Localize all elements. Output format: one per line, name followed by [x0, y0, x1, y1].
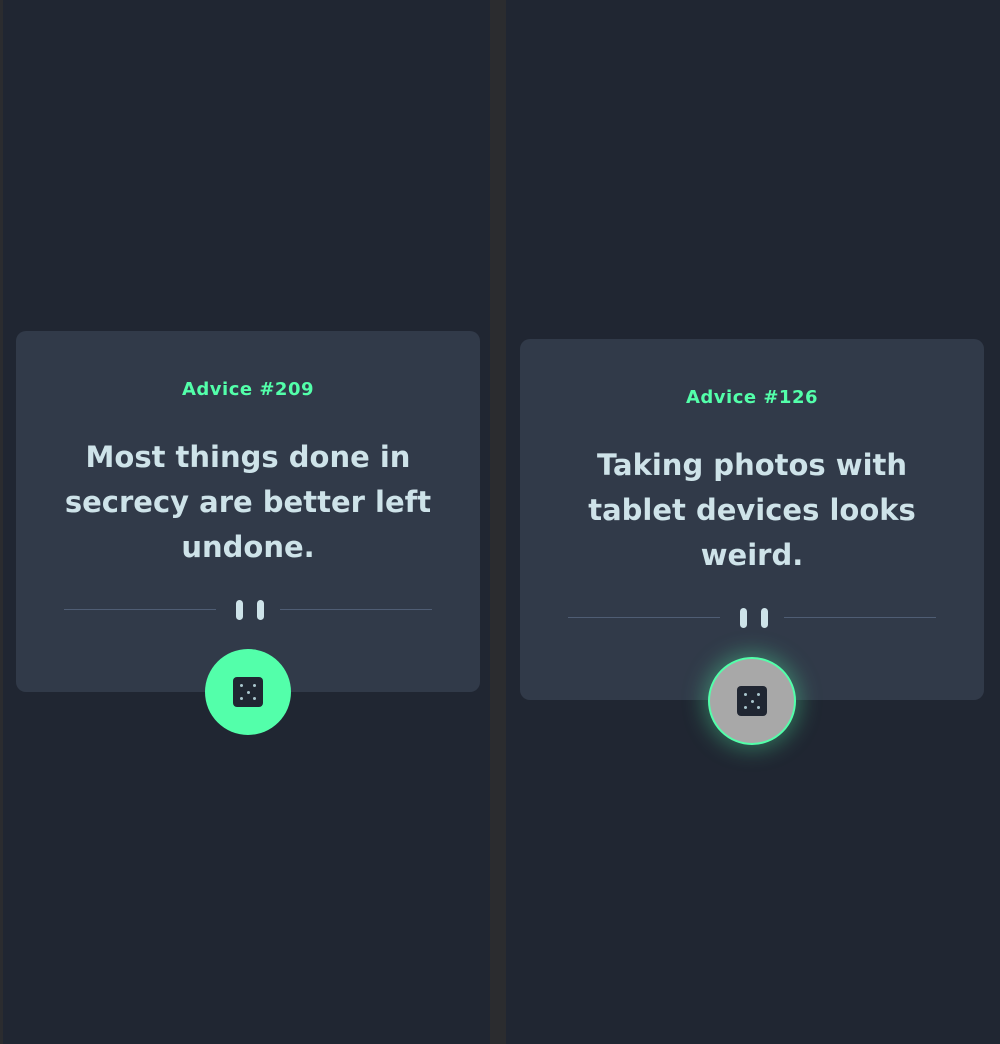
pattern-divider: [64, 597, 432, 623]
divider-line-left: [568, 617, 720, 618]
advice-quote: Taking photos with tablet devices looks …: [588, 448, 916, 572]
divider-line-right: [784, 617, 936, 618]
pattern-divider: [568, 605, 936, 631]
advice-id: Advice #126: [685, 387, 819, 408]
dice-icon: [737, 686, 767, 716]
divider-line-left: [64, 609, 216, 610]
advice-id: Advice #209: [181, 379, 315, 400]
divider-line-right: [280, 609, 432, 610]
pause-icon: [740, 608, 768, 628]
viewport: Advice #209 Most things done in secrecy …: [0, 0, 1000, 1044]
advice-card: Advice #126 Taking photos with tablet de…: [520, 339, 984, 700]
generate-advice-button[interactable]: [205, 649, 291, 735]
advice-quote: Most things done in secrecy are better l…: [64, 440, 432, 564]
advice-panel-left: Advice #209 Most things done in secrecy …: [3, 0, 490, 1044]
generate-advice-button-hover[interactable]: [708, 657, 796, 745]
advice-panel-right: Advice #126 Taking photos with tablet de…: [506, 0, 1000, 1044]
dice-icon: [233, 677, 263, 707]
advice-card: Advice #209 Most things done in secrecy …: [16, 331, 480, 692]
pause-icon: [236, 600, 264, 620]
